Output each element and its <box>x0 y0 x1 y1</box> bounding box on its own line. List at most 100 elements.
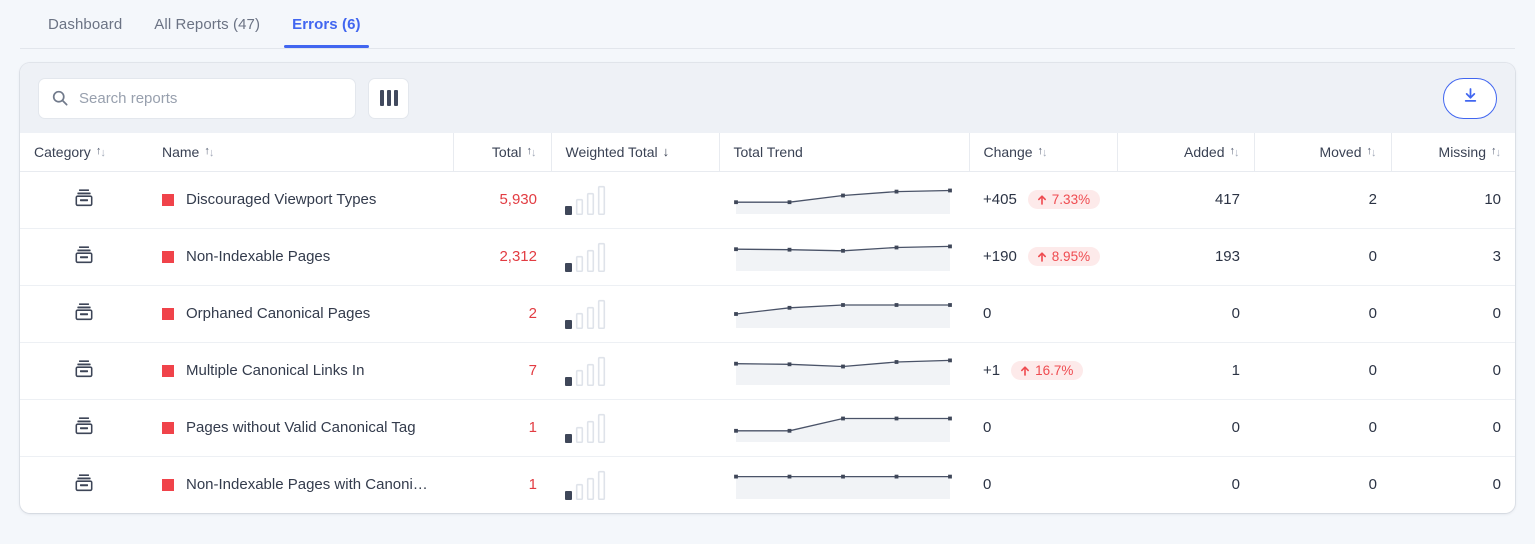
change-percent-value: 8.95% <box>1051 248 1091 264</box>
archive-icon <box>73 416 95 441</box>
sort-indicator[interactable]: ↑ ↓ <box>1367 146 1377 159</box>
arrow-up-icon <box>1037 194 1046 205</box>
archive-icon <box>73 188 95 213</box>
added-value: 1 <box>1231 362 1240 379</box>
change-cell: +1 16.7% <box>969 342 1117 400</box>
search-input[interactable] <box>79 89 343 107</box>
moved-value: 0 <box>1368 419 1377 436</box>
missing-value: 3 <box>1492 248 1501 265</box>
change-cell: 0 <box>969 456 1117 513</box>
weighted-total-cell <box>551 228 719 286</box>
table-row[interactable]: Multiple Canonical Links In 7 +1 16.7% 1 0 0 <box>20 342 1515 400</box>
total-trend-cell <box>719 171 969 229</box>
column-header-change[interactable]: Change ↑ ↓ <box>968 133 1117 172</box>
sort-indicator[interactable]: ↑ ↓ <box>96 146 106 159</box>
change-value: 0 <box>983 476 992 494</box>
moved-cell: 0 <box>1254 399 1391 457</box>
missing-cell: 0 <box>1391 285 1515 343</box>
category-cell <box>20 399 148 457</box>
table-header: Category ↑ ↓ Name ↑ ↓ Total ↑ ↓ Weighted Total ↓ To… <box>20 133 1515 172</box>
column-header-label: Weighted Total <box>565 143 658 160</box>
change-value: +190 <box>983 248 1017 265</box>
table-row[interactable]: Discouraged Viewport Types 5,930 +405 7.33%… <box>20 171 1515 229</box>
column-header-added[interactable]: Added ↑ ↓ <box>1116 133 1254 172</box>
table-row[interactable]: Non-Indexable Pages 2,312 +190 8.95% 193 0 3 <box>20 228 1515 286</box>
missing-cell: 3 <box>1391 228 1515 286</box>
total-cell: 2 <box>453 285 551 343</box>
missing-cell: 0 <box>1391 342 1515 400</box>
missing-cell: 0 <box>1391 456 1515 513</box>
change-percent-badge: 16.7% <box>1011 360 1084 381</box>
tab-all-reports-47[interactable]: All Reports (47) <box>138 0 276 48</box>
added-cell: 417 <box>1117 171 1254 229</box>
report-name: Multiple Canonical Links In <box>186 362 365 379</box>
moved-value: 0 <box>1368 476 1377 494</box>
name-cell[interactable]: Multiple Canonical Links In <box>148 342 453 400</box>
status-square-icon <box>162 478 174 491</box>
total-value: 7 <box>528 362 537 379</box>
total-cell: 7 <box>453 342 551 400</box>
moved-cell: 0 <box>1254 342 1391 400</box>
total-trend-cell <box>719 285 969 343</box>
total-trend-sparkline <box>733 240 955 274</box>
sort-indicator[interactable]: ↑ ↓ <box>1230 146 1240 159</box>
sort-indicator[interactable]: ↑ ↓ <box>527 146 537 159</box>
status-square-icon <box>162 364 174 377</box>
total-cell: 1 <box>453 456 551 513</box>
name-cell[interactable]: Non-Indexable Pages with Canoni… <box>148 456 453 513</box>
sort-indicator[interactable]: ↑ ↓ <box>204 146 214 159</box>
download-icon <box>1460 85 1481 111</box>
name-cell[interactable]: Discouraged Viewport Types <box>148 171 453 229</box>
weighted-total-barchart <box>565 470 705 500</box>
total-trend-sparkline <box>733 183 955 217</box>
archive-icon <box>73 359 95 384</box>
total-value: 2,312 <box>499 248 537 265</box>
download-button[interactable] <box>1443 77 1497 119</box>
total-trend-sparkline <box>733 411 955 445</box>
added-value: 0 <box>1231 305 1240 322</box>
table-row[interactable]: Pages without Valid Canonical Tag 1 0 0 0 0 <box>20 399 1515 457</box>
weighted-total-barchart <box>565 185 705 215</box>
change-cell: 0 <box>969 399 1117 457</box>
name-cell[interactable]: Pages without Valid Canonical Tag <box>148 399 453 457</box>
column-header-category[interactable]: Category ↑ ↓ <box>20 133 148 172</box>
moved-cell: 2 <box>1254 171 1391 229</box>
name-cell[interactable]: Orphaned Canonical Pages <box>148 285 453 343</box>
column-header-label: Category <box>34 143 91 160</box>
column-header-label: Missing <box>1438 143 1486 160</box>
columns-icon <box>379 90 398 106</box>
name-cell[interactable]: Non-Indexable Pages <box>148 228 453 286</box>
column-header-total-trend[interactable]: Total Trend <box>718 133 969 172</box>
column-header-name[interactable]: Name ↑ ↓ <box>148 133 453 172</box>
column-header-missing[interactable]: Missing ↑ ↓ <box>1390 133 1515 172</box>
weighted-total-barchart <box>565 413 705 443</box>
moved-value: 0 <box>1368 362 1377 379</box>
category-cell <box>20 342 148 400</box>
sort-indicator[interactable]: ↑ ↓ <box>1491 146 1501 159</box>
tab-dashboard[interactable]: Dashboard <box>32 0 138 48</box>
sort-indicator[interactable]: ↓ <box>663 145 670 158</box>
column-header-label: Added <box>1184 143 1225 160</box>
table-row[interactable]: Orphaned Canonical Pages 2 0 0 0 0 <box>20 285 1515 343</box>
search-box[interactable] <box>38 77 356 119</box>
table-row[interactable]: Non-Indexable Pages with Canoni… 1 0 0 0 0 <box>20 456 1515 513</box>
moved-value: 0 <box>1368 305 1377 322</box>
total-trend-cell <box>719 228 969 286</box>
change-cell: 0 <box>969 285 1117 343</box>
column-header-weighted-total[interactable]: Weighted Total ↓ <box>550 133 719 172</box>
column-header-total[interactable]: Total ↑ ↓ <box>452 133 551 172</box>
added-value: 0 <box>1231 419 1240 436</box>
column-header-label: Name <box>162 143 200 160</box>
total-trend-sparkline <box>733 354 955 388</box>
change-cell: +405 7.33% <box>969 171 1117 229</box>
columns-toggle-button[interactable] <box>368 77 409 119</box>
sort-indicator[interactable]: ↑ ↓ <box>1038 146 1048 159</box>
column-header-moved[interactable]: Moved ↑ ↓ <box>1253 133 1391 172</box>
column-header-label: Total Trend <box>733 143 803 160</box>
added-cell: 193 <box>1117 228 1254 286</box>
weighted-total-cell <box>551 171 719 229</box>
column-header-label: Change <box>983 143 1033 160</box>
report-name: Discouraged Viewport Types <box>186 191 377 208</box>
total-trend-cell <box>719 342 969 400</box>
tab-errors-6[interactable]: Errors (6) <box>276 0 377 48</box>
